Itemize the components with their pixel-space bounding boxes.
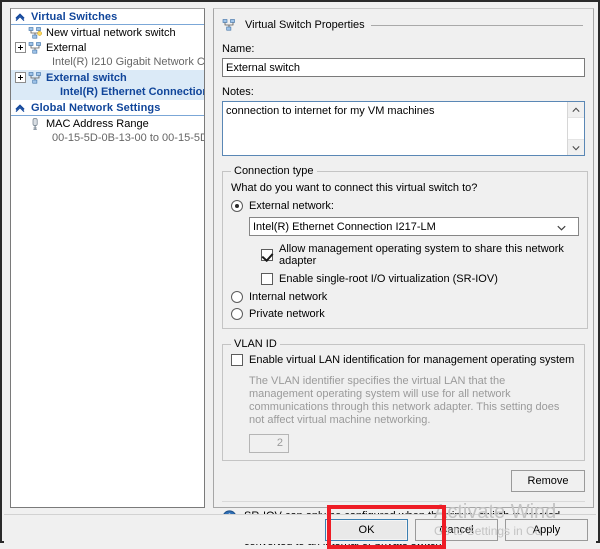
sidebar-item-label: New virtual network switch (46, 26, 176, 39)
sidebar-item-label: External switch (46, 71, 127, 84)
title-divider (370, 24, 583, 26)
switch-icon (28, 41, 42, 55)
dialog-button-bar: OK Cancel Apply (4, 514, 596, 544)
connection-type-question: What do you want to connect this virtual… (231, 182, 478, 194)
checkbox-enable-sriov[interactable]: Enable single-root I/O virtualization (S… (261, 273, 579, 285)
sidebar-item-sublabel: Intel(R) Ethernet Connection ... (60, 86, 204, 98)
sidebar-item-sublabel: Intel(R) I210 Gigabit Network Con... (52, 56, 204, 68)
page-title: Virtual Switch Properties (245, 19, 365, 31)
new-switch-icon (28, 26, 42, 40)
radio-label: External network: (249, 200, 334, 212)
sidebar-item-new-virtual-network-switch[interactable]: New virtual network switch (11, 25, 204, 40)
sidebar-item-external[interactable]: External (11, 40, 204, 55)
checkbox-enable-vlan[interactable]: Enable virtual LAN identification for ma… (231, 354, 576, 366)
panel-divider (222, 501, 585, 502)
panel-title: Virtual Switch Properties (222, 17, 585, 33)
connection-type-group: Connection type What do you want to conn… (222, 165, 588, 329)
tree-section-header-virtual-switches[interactable]: Virtual Switches (11, 9, 204, 25)
sidebar-item-sublabel: 00-15-5D-0B-13-00 to 00-15-5D-0... (52, 132, 204, 144)
sidebar-subitem-external-adapter[interactable]: Intel(R) I210 Gigabit Network Con... (11, 55, 204, 70)
radio-button-icon[interactable] (231, 200, 243, 212)
scroll-down-icon[interactable] (568, 140, 584, 155)
cancel-button[interactable]: Cancel (415, 519, 498, 541)
vlan-id-legend: VLAN ID (234, 338, 277, 350)
scroll-up-icon[interactable] (568, 102, 584, 117)
checkbox-icon[interactable] (261, 249, 273, 261)
checkbox-label: Enable single-root I/O virtualization (S… (279, 273, 498, 285)
expand-plus-icon[interactable] (15, 42, 26, 53)
dialog-buttons: OK Cancel Apply (325, 519, 588, 541)
hyper-v-virtual-switch-manager-window: Virtual Switches New virtual network swi… (0, 0, 600, 549)
name-field-label: Name: (222, 43, 255, 55)
checkbox-icon[interactable] (261, 273, 273, 285)
sidebar-item-mac-address-range[interactable]: MAC Address Range (11, 116, 204, 131)
notes-textarea[interactable] (223, 102, 567, 155)
remove-button[interactable]: Remove (511, 470, 585, 492)
vlan-id-input[interactable]: 2 (249, 434, 289, 453)
sidebar-subitem-external-switch-adapter[interactable]: Intel(R) Ethernet Connection ... (11, 85, 204, 100)
checkbox-allow-management-os[interactable]: Allow management operating system to sha… (261, 243, 579, 267)
network-adapter-select[interactable]: Intel(R) Ethernet Connection I217-LM (249, 217, 579, 236)
mac-range-icon (28, 117, 42, 131)
chevron-up-icon (15, 103, 25, 113)
notes-field-wrapper[interactable] (222, 101, 585, 156)
sidebar-subitem-mac-range-value: 00-15-5D-0B-13-00 to 00-15-5D-0... (11, 131, 204, 146)
vlan-id-group: VLAN ID Enable virtual LAN identificatio… (222, 338, 585, 461)
sidebar-item-external-switch[interactable]: External switch (11, 70, 204, 85)
radio-label: Internal network (249, 291, 328, 303)
ok-button[interactable]: OK (325, 519, 408, 541)
sidebar-item-label: External (46, 41, 87, 54)
checkbox-label: Allow management operating system to sha… (279, 243, 564, 267)
virtual-switch-properties-panel: Virtual Switch Properties Name: Notes: C… (213, 8, 594, 548)
scrollbar-track[interactable] (568, 117, 584, 140)
notes-scrollbar[interactable] (567, 102, 584, 155)
checkbox-label: Enable virtual LAN identification for ma… (249, 354, 575, 366)
connection-type-legend: Connection type (234, 165, 314, 177)
virtual-switch-tree-panel[interactable]: Virtual Switches New virtual network swi… (10, 8, 205, 508)
radio-button-icon[interactable] (231, 291, 243, 303)
notes-field-label: Notes: (222, 86, 254, 98)
vlan-help-text: The VLAN identifier specifies the virtua… (249, 375, 560, 426)
switch-icon (28, 71, 42, 85)
apply-button[interactable]: Apply (505, 519, 588, 541)
radio-private-network[interactable]: Private network (231, 308, 579, 320)
switch-icon (222, 18, 236, 32)
radio-button-icon[interactable] (231, 308, 243, 320)
checkbox-icon[interactable] (231, 354, 243, 366)
chevron-up-icon (15, 12, 25, 22)
sidebar-item-label: MAC Address Range (46, 117, 149, 130)
switch-name-input[interactable] (222, 58, 585, 77)
tree-section-title: Global Network Settings (31, 101, 161, 114)
tree-section-header-global-network-settings[interactable]: Global Network Settings (11, 100, 204, 116)
radio-internal-network[interactable]: Internal network (231, 291, 579, 303)
expand-plus-icon[interactable] (15, 72, 26, 83)
network-adapter-combo-wrapper[interactable]: Intel(R) Ethernet Connection I217-LM (231, 217, 579, 243)
radio-label: Private network (249, 308, 325, 320)
radio-external-network[interactable]: External network: (231, 200, 579, 212)
remove-button-row: Remove (222, 470, 585, 492)
tree-section-title: Virtual Switches (31, 10, 118, 23)
